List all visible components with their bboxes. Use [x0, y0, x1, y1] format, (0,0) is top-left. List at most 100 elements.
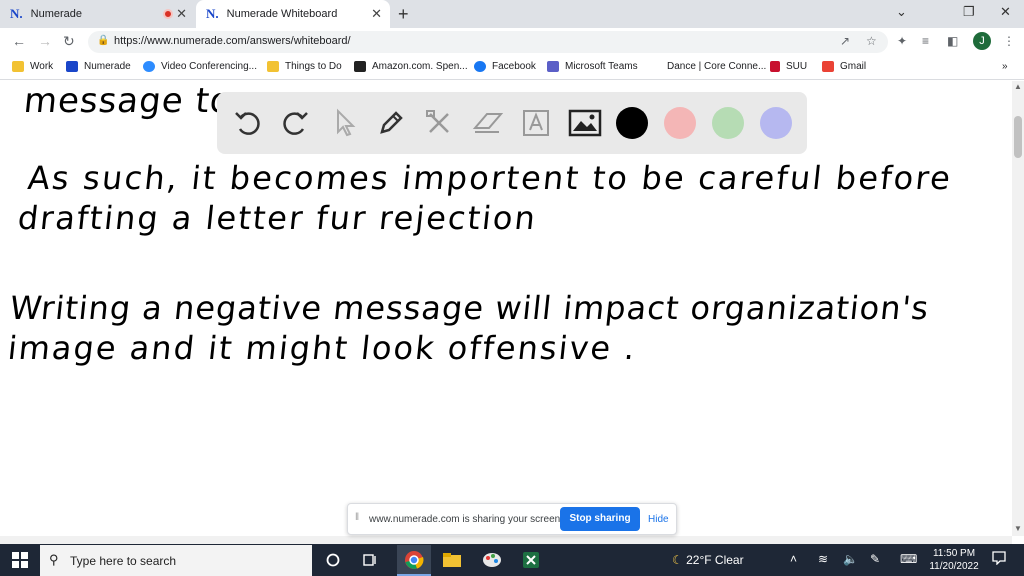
handwriting-line-4: Writing a negative message will impact o… [8, 289, 932, 327]
chrome-icon[interactable] [402, 548, 426, 572]
bookmark-label: Work [30, 61, 54, 72]
bookmark-suu[interactable]: SUU [770, 61, 807, 72]
gmail-icon [822, 61, 834, 72]
folder-icon [12, 61, 24, 72]
bookmark-label: Microsoft Teams [565, 61, 638, 72]
task-view-icon[interactable] [358, 548, 382, 572]
teams-icon [547, 61, 559, 72]
new-tab-button[interactable]: + [398, 4, 409, 25]
network-icon[interactable]: ≋ [818, 552, 828, 566]
scroll-down-icon[interactable]: ▼ [1014, 524, 1022, 533]
color-swatch-black[interactable] [616, 107, 648, 139]
show-hidden-icons-icon[interactable]: ˄ [790, 552, 797, 566]
close-window-button[interactable]: ✕ [1000, 4, 1011, 20]
bookmark-numerade[interactable]: Numerade [66, 61, 131, 72]
url-text[interactable]: https://www.numerade.com/answers/whitebo… [114, 35, 351, 47]
extensions-icon[interactable]: ✦ [897, 34, 907, 48]
pointer-icon[interactable] [325, 104, 363, 142]
bookmark-label: Dance | Core Conne... [667, 61, 767, 72]
handwriting-line-2: As such, it becomes importent to be care… [26, 159, 955, 197]
reload-icon[interactable]: ↻ [63, 33, 75, 50]
blank-icon [649, 61, 661, 72]
tab-label: Numerade [30, 8, 82, 20]
hide-button[interactable]: Hide [648, 514, 669, 525]
facebook-icon [474, 61, 486, 72]
eraser-icon[interactable] [469, 104, 507, 142]
windows-start-icon[interactable] [12, 552, 28, 568]
bookmark-dance-core[interactable]: Dance | Core Conne... [649, 61, 766, 72]
bookmark-work[interactable]: Work [12, 61, 53, 72]
menu-icon[interactable]: ⋮ [1003, 34, 1015, 48]
cortana-icon[interactable] [321, 548, 345, 572]
pen-workspace-icon[interactable]: ✎ [870, 552, 880, 566]
bookmark-label: Numerade [84, 61, 131, 72]
bookmark-label: Amazon.com. Spen... [372, 61, 468, 72]
color-swatch-pink[interactable] [664, 107, 696, 139]
handwriting-line-1: message to [21, 81, 234, 121]
reading-list-icon[interactable]: ≡ [922, 34, 929, 48]
bookmark-amazon[interactable]: Amazon.com. Spen... [354, 61, 468, 72]
clock-time: 11:50 PM [932, 548, 976, 559]
bookmarks-more-button[interactable]: » [1002, 61, 1008, 72]
bookmark-label: Things to Do [285, 61, 342, 72]
horizontal-scrollbar[interactable] [0, 536, 1012, 544]
taskbar-clock[interactable]: 11:50 PM 11/20/2022 [920, 547, 988, 573]
color-swatch-lavender[interactable] [760, 107, 792, 139]
handwriting-line-5: image and it might look offensive . [6, 329, 639, 367]
tab-numerade[interactable]: N. Numerade ✕ [10, 0, 195, 28]
weather-widget[interactable]: ☾ 22°F Clear [672, 553, 744, 567]
scroll-up-icon[interactable]: ▲ [1014, 82, 1022, 91]
moon-icon: ☾ [672, 553, 683, 567]
close-tab-icon[interactable]: ✕ [176, 6, 187, 22]
bookmark-label: SUU [786, 61, 808, 72]
notifications-icon[interactable] [992, 551, 1006, 568]
search-icon: ⚲ [49, 552, 59, 567]
share-icon[interactable]: ↗ [840, 34, 850, 48]
keyboard-icon[interactable]: ⌨ [900, 552, 917, 566]
clock-date: 11/20/2022 [929, 561, 979, 572]
amazon-icon [354, 61, 366, 72]
pen-icon[interactable] [372, 104, 410, 142]
tab-label: Numerade Whiteboard [226, 8, 338, 20]
numerade-icon: N. [10, 6, 23, 21]
close-tab-icon[interactable]: ✕ [371, 6, 382, 22]
numerade-icon [66, 61, 78, 72]
redo-icon[interactable] [276, 104, 314, 142]
bookmark-microsoft-teams[interactable]: Microsoft Teams [547, 61, 638, 72]
forward-icon[interactable]: → [38, 33, 52, 49]
avatar[interactable]: J [973, 32, 991, 50]
lock-icon[interactable]: 🔒 [97, 35, 109, 46]
bookmark-star-icon[interactable]: ☆ [866, 34, 877, 48]
bookmark-label: Video Conferencing... [161, 61, 257, 72]
side-panel-icon[interactable]: ◧ [947, 34, 958, 48]
bookmark-things-to-do[interactable]: Things to Do [267, 61, 342, 72]
color-swatch-green[interactable] [712, 107, 744, 139]
vertical-scrollbar-thumb[interactable] [1014, 116, 1022, 158]
numerade-icon: N. [206, 6, 219, 21]
text-icon[interactable] [517, 104, 555, 142]
volume-icon[interactable]: 🔈 [843, 552, 858, 566]
suu-icon [770, 61, 780, 72]
tab-numerade-whiteboard[interactable]: N. Numerade Whiteboard ✕ [196, 0, 390, 28]
bookmark-gmail[interactable]: Gmail [822, 61, 866, 72]
bookmark-video-conferencing[interactable]: Video Conferencing... [143, 61, 257, 72]
zoom-icon [143, 61, 155, 72]
image-icon[interactable] [566, 104, 604, 142]
search-input[interactable]: Type here to search [70, 554, 176, 568]
excel-icon[interactable] [519, 548, 543, 572]
weather-text: 22°F Clear [686, 553, 744, 567]
back-icon[interactable]: ← [12, 33, 26, 49]
folder-icon [267, 61, 279, 72]
bookmark-label: Gmail [840, 61, 867, 72]
restore-button[interactable]: ❐ [963, 4, 975, 20]
minimize-button[interactable]: ⌄ [896, 4, 907, 20]
tools-icon[interactable] [420, 104, 458, 142]
recording-icon [163, 9, 173, 19]
paint-icon[interactable] [480, 548, 504, 572]
drag-handle-icon[interactable]: ‖ [355, 512, 359, 523]
bookmark-facebook[interactable]: Facebook [474, 61, 536, 72]
undo-icon[interactable] [229, 104, 267, 142]
bookmark-label: Facebook [492, 61, 536, 72]
file-explorer-icon[interactable] [440, 548, 464, 572]
stop-sharing-button[interactable]: Stop sharing [560, 507, 640, 531]
